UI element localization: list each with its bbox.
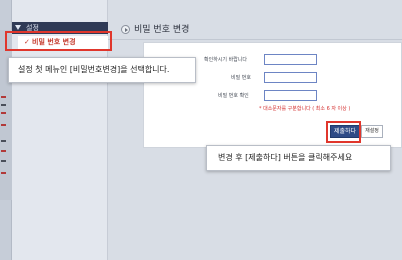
left-strip-marker xyxy=(1,104,6,106)
current-password-label: 확인하시기 바랍니다 xyxy=(204,57,247,63)
current-password-input[interactable] xyxy=(264,54,317,65)
callout-click-submit: 변경 후 [제출하다] 버튼을 클릭해주세요 xyxy=(206,145,391,171)
page-header: 비밀 번호 변경 xyxy=(108,20,402,40)
left-strip-marker xyxy=(1,140,6,142)
left-strip-marker xyxy=(1,124,6,126)
collapse-arrow-icon xyxy=(15,25,21,30)
new-password-input[interactable] xyxy=(264,72,317,83)
left-strip-marker xyxy=(1,172,6,174)
left-strip-marker xyxy=(1,112,6,114)
password-rule-note: * 대소문자를 구분합니다 ( 최소 6 자 이상 ) xyxy=(259,106,351,112)
confirm-password-label: 비밀 번호 확인 xyxy=(218,93,249,99)
page-title: 비밀 번호 변경 xyxy=(134,25,190,35)
new-password-label: 비밀 번호 xyxy=(231,75,251,81)
left-strip-marker xyxy=(1,96,6,98)
screenshot-stage: 설정 ✓ 비밀 번호 변경 비밀 번호 변경 확인하시기 바랍니다 비밀 번호 … xyxy=(0,0,402,260)
header-divider xyxy=(108,39,402,40)
confirm-password-input[interactable] xyxy=(264,90,317,101)
left-strip-marker xyxy=(1,150,6,152)
menu-highlight-box xyxy=(5,31,112,51)
callout-select-menu: 설정 첫 메뉴인 [비밀번호변경]을 선택합니다. xyxy=(8,57,196,83)
title-bullet-icon xyxy=(121,25,130,34)
left-strip-panel xyxy=(0,30,12,200)
left-strip-marker xyxy=(1,160,6,162)
submit-highlight-box xyxy=(326,121,361,143)
reset-button[interactable]: 재설정 xyxy=(361,125,383,138)
